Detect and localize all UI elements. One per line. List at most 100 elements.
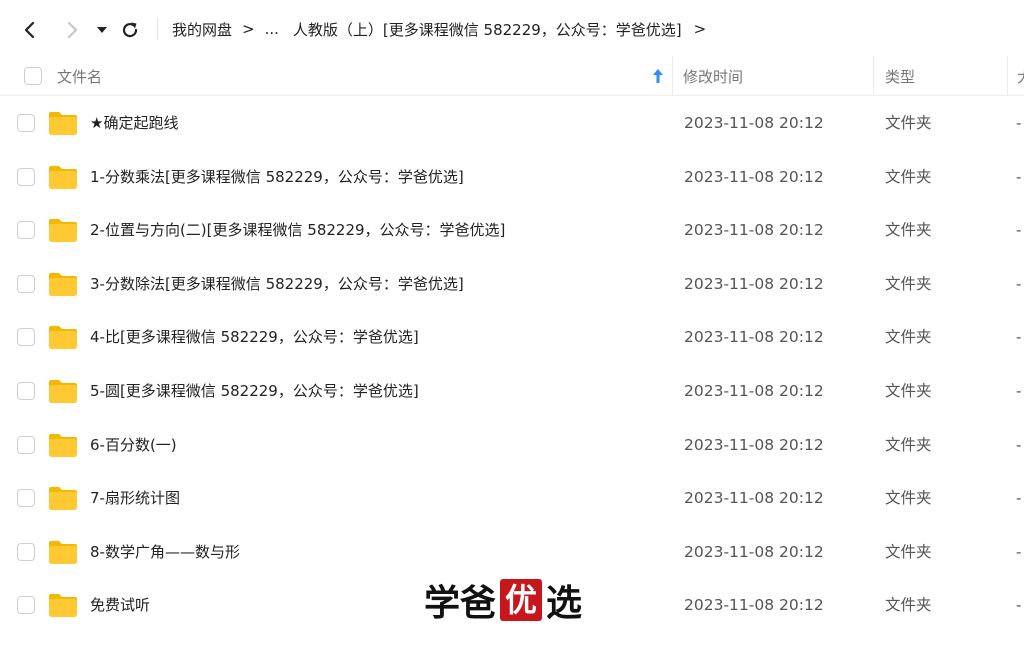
folder-icon [49, 540, 77, 564]
file-type: 文件夹 [885, 435, 932, 454]
file-type: 文件夹 [885, 274, 932, 293]
file-list-header: 文件名 修改时间 类型 大 [0, 56, 1024, 96]
folder-icon [49, 112, 77, 135]
chevron-right-icon [68, 22, 77, 38]
folder-icon [49, 219, 77, 243]
refresh-icon [122, 22, 138, 38]
file-row[interactable]: 6-百分数(一) 2023-11-08 20:12 文件夹 - [0, 419, 1024, 473]
file-type: 文件夹 [885, 542, 932, 561]
row-checkbox[interactable] [17, 274, 35, 293]
file-size: - [1016, 381, 1022, 400]
file-name[interactable]: 1-分数乘法[更多课程微信 582229，公众号：学爸优选] [90, 151, 464, 205]
sort-ascending-icon[interactable] [652, 68, 664, 84]
watermark-text-part1: 学爸 [424, 582, 497, 624]
column-modified-label: 修改时间 [683, 67, 744, 86]
row-checkbox[interactable] [17, 167, 35, 186]
file-name[interactable]: 免费试听 [90, 579, 150, 633]
row-checkbox[interactable] [17, 435, 35, 454]
file-name[interactable]: 3-分数除法[更多课程微信 582229，公众号：学爸优选] [90, 258, 464, 312]
file-size: - [1016, 114, 1022, 132]
column-size-label: 大 [1017, 66, 1024, 87]
folder-icon [49, 379, 77, 403]
chevron-left-icon [24, 21, 35, 39]
file-name[interactable]: 6-百分数(一) [90, 419, 177, 473]
file-name[interactable]: 7-扇形统计图 [90, 472, 180, 526]
file-modified-time: 2023-11-08 20:12 [684, 435, 824, 454]
row-checkbox[interactable] [17, 114, 35, 132]
file-type: 文件夹 [885, 596, 932, 615]
folder-icon [49, 594, 77, 618]
column-divider[interactable] [672, 56, 673, 96]
file-row[interactable]: 5-圆[更多课程微信 582229，公众号：学爸优选] 2023-11-08 2… [0, 365, 1024, 419]
row-checkbox[interactable] [17, 596, 35, 615]
file-row[interactable]: 3-分数除法[更多课程微信 582229，公众号：学爸优选] 2023-11-0… [0, 258, 1024, 312]
row-checkbox[interactable] [17, 381, 35, 400]
watermark-seal: 优 [500, 579, 543, 621]
file-type: 文件夹 [885, 221, 932, 240]
file-type: 文件夹 [885, 114, 932, 132]
file-row[interactable]: 2-位置与方向(二)[更多课程微信 582229，公众号：学爸优选] 2023-… [0, 204, 1024, 258]
column-divider[interactable] [1007, 56, 1008, 96]
column-type[interactable]: 类型 [885, 56, 995, 96]
breadcrumb-ellipsis[interactable]: ... [265, 20, 279, 38]
breadcrumb: 我的网盘 > ... 人教版（上）[更多课程微信 582229，公众号：学爸优选… [172, 16, 716, 42]
file-name[interactable]: ★确定起跑线 [90, 97, 178, 151]
column-name-label: 文件名 [57, 67, 103, 86]
caret-down-icon [97, 27, 107, 33]
file-modified-time: 2023-11-08 20:12 [684, 221, 824, 240]
file-type: 文件夹 [885, 167, 932, 186]
folder-icon [49, 487, 77, 511]
file-size: - [1016, 596, 1022, 615]
file-modified-time: 2023-11-08 20:12 [684, 596, 824, 615]
row-checkbox[interactable] [17, 489, 35, 508]
back-button[interactable] [10, 10, 50, 50]
column-type-label: 类型 [885, 67, 916, 86]
row-checkbox[interactable] [17, 542, 35, 561]
file-modified-time: 2023-11-08 20:12 [684, 328, 824, 347]
watermark-logo: 学爸 优 选 [424, 578, 582, 624]
file-row[interactable]: 7-扇形统计图 2023-11-08 20:12 文件夹 - [0, 472, 1024, 526]
breadcrumb-separator-icon: > [242, 20, 255, 38]
file-size: - [1016, 274, 1022, 293]
file-name[interactable]: 4-比[更多课程微信 582229，公众号：学爸优选] [90, 311, 419, 365]
breadcrumb-current[interactable]: 人教版（上）[更多课程微信 582229，公众号：学爸优选] [293, 19, 682, 40]
folder-icon [49, 272, 77, 296]
navigation-toolbar: 我的网盘 > ... 人教版（上）[更多课程微信 582229，公众号：学爸优选… [0, 0, 1024, 56]
file-row[interactable]: 1-分数乘法[更多课程微信 582229，公众号：学爸优选] 2023-11-0… [0, 151, 1024, 205]
column-name[interactable]: 文件名 [57, 56, 657, 96]
file-name[interactable]: 5-圆[更多课程微信 582229，公众号：学爸优选] [90, 365, 419, 419]
file-size: - [1016, 435, 1022, 454]
file-type: 文件夹 [885, 489, 932, 508]
file-row[interactable]: ★确定起跑线 2023-11-08 20:12 文件夹 - [0, 97, 1024, 151]
file-modified-time: 2023-11-08 20:12 [684, 381, 824, 400]
file-row[interactable]: 4-比[更多课程微信 582229，公众号：学爸优选] 2023-11-08 2… [0, 311, 1024, 365]
file-size: - [1016, 221, 1022, 240]
file-type: 文件夹 [885, 381, 932, 400]
file-name[interactable]: 2-位置与方向(二)[更多课程微信 582229，公众号：学爸优选] [90, 204, 505, 258]
select-all-checkbox[interactable] [24, 67, 42, 85]
folder-icon [49, 433, 77, 457]
row-checkbox[interactable] [17, 221, 35, 240]
file-size: - [1016, 542, 1022, 561]
refresh-button[interactable] [110, 10, 150, 50]
folder-icon [49, 326, 77, 350]
row-checkbox[interactable] [17, 328, 35, 347]
breadcrumb-separator-icon: > [693, 20, 707, 38]
column-modified[interactable]: 修改时间 [683, 56, 863, 96]
file-modified-time: 2023-11-08 20:12 [684, 274, 824, 293]
file-list: ★确定起跑线 2023-11-08 20:12 文件夹 - 1-分数乘法[更多课… [0, 97, 1024, 633]
file-size: - [1016, 328, 1022, 347]
file-modified-time: 2023-11-08 20:12 [684, 114, 824, 132]
forward-button[interactable] [52, 10, 92, 50]
breadcrumb-root[interactable]: 我的网盘 [172, 19, 232, 40]
column-divider[interactable] [873, 56, 874, 96]
file-size: - [1016, 489, 1022, 508]
file-modified-time: 2023-11-08 20:12 [684, 489, 824, 508]
column-size[interactable]: 大 [1017, 56, 1024, 96]
file-modified-time: 2023-11-08 20:12 [684, 542, 824, 561]
file-type: 文件夹 [885, 328, 932, 347]
file-size: - [1016, 167, 1022, 186]
file-row[interactable]: 8-数学广角——数与形 2023-11-08 20:12 文件夹 - [0, 526, 1024, 580]
watermark-text-part2: 选 [546, 582, 583, 624]
file-name[interactable]: 8-数学广角——数与形 [90, 526, 240, 580]
